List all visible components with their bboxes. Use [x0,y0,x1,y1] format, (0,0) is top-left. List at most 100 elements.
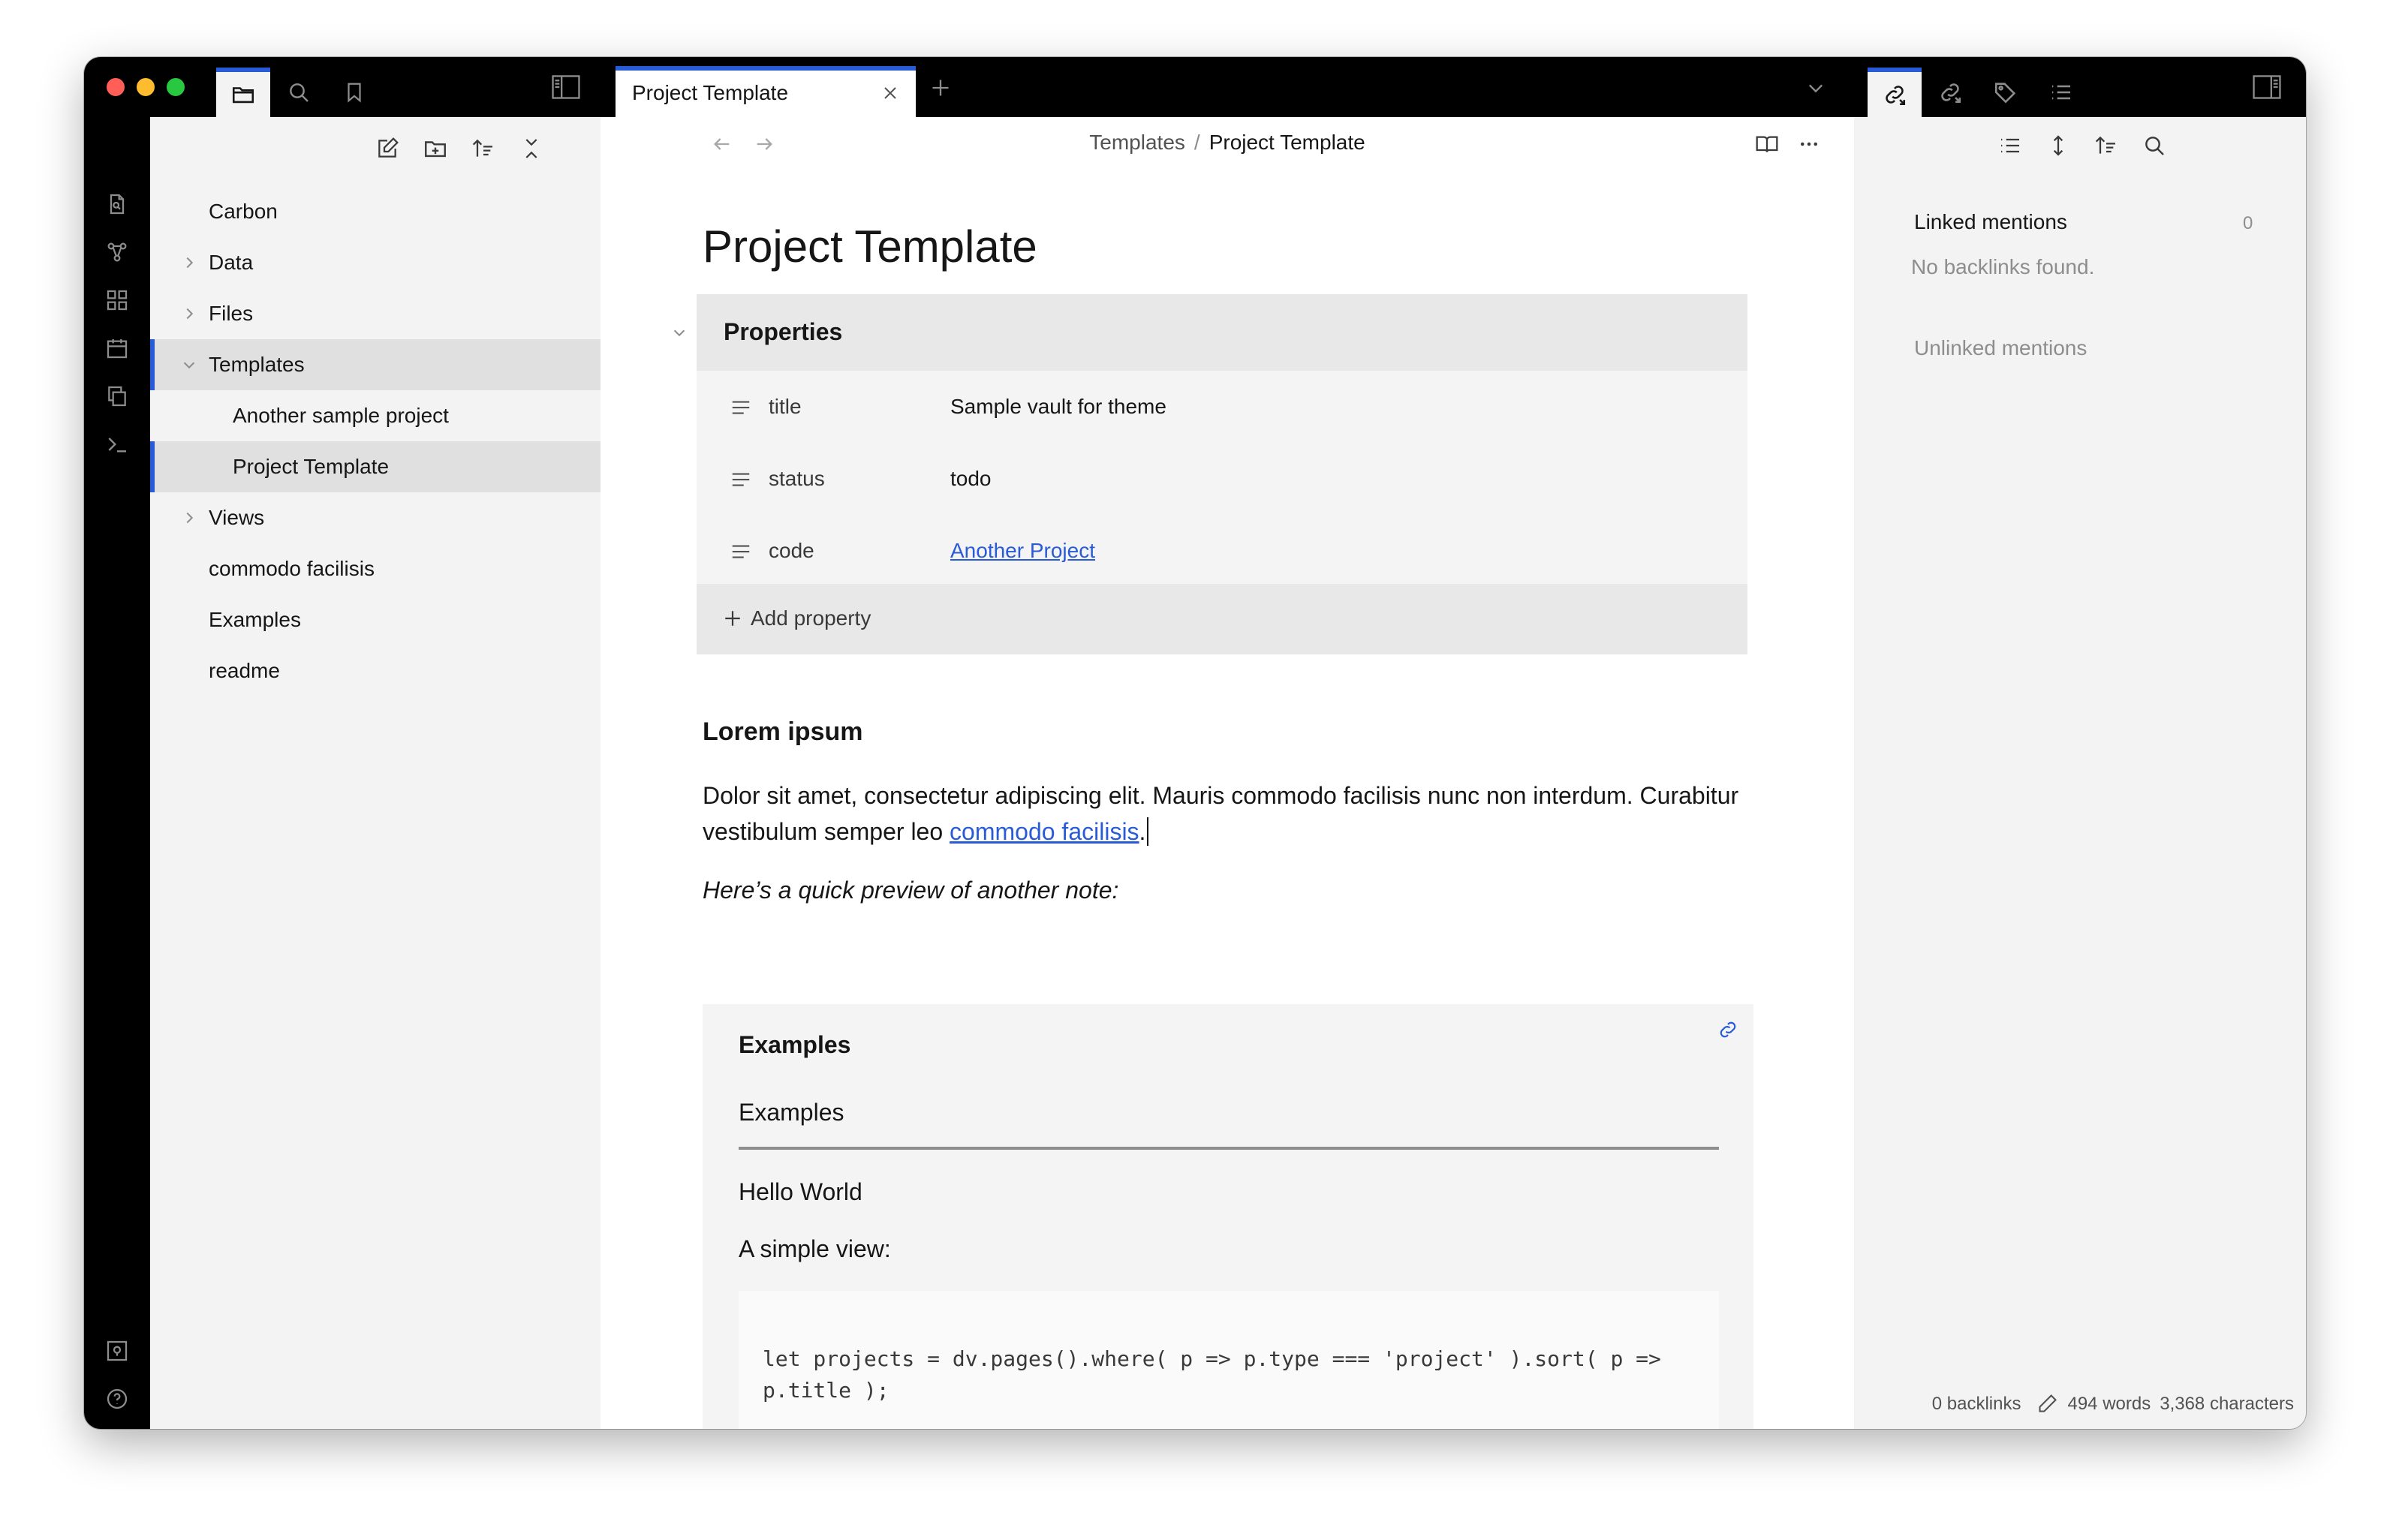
tab-project-template[interactable]: Project Template [616,66,916,117]
show-list-button[interactable] [1992,128,2028,164]
minimize-window-button[interactable] [137,78,155,96]
tree-file-project-template[interactable]: Project Template [150,441,601,492]
open-vault-button[interactable] [99,1333,135,1369]
backlinks-tab[interactable] [1868,68,1922,117]
tree-item-label: commodo facilisis [209,557,375,580]
sort-button[interactable] [2088,128,2124,164]
sidebar-right-icon [2253,75,2281,99]
folder-icon [230,82,256,107]
tags-tab[interactable] [1979,68,2033,117]
vault-icon [105,1339,129,1363]
tree-file-another-sample-project[interactable]: Another sample project [150,390,601,441]
tree-file-readme[interactable]: readme [150,645,601,696]
no-backlinks-message: No backlinks found. [1911,255,2095,278]
property-row: status todo [697,443,1747,515]
toggle-right-sidebar-button[interactable] [2249,71,2285,104]
text-lines-icon[interactable] [728,467,754,492]
more-options-button[interactable] [1791,126,1827,162]
unlinked-mentions-header[interactable]: Unlinked mentions [1914,336,2087,360]
property-key[interactable]: status [769,467,825,491]
link-icon[interactable] [1714,1016,1741,1043]
new-tab-button[interactable] [925,72,956,104]
status-backlinks[interactable]: 0 backlinks [1932,1394,2021,1414]
linked-mentions-count: 0 [2243,213,2253,233]
body-paragraph[interactable]: Dolor sit amet, consectetur adipiscing e… [703,778,1768,850]
new-folder-icon [423,136,448,161]
help-button[interactable] [99,1381,135,1417]
maximize-window-button[interactable] [167,78,185,96]
open-canvas-button[interactable] [99,282,135,318]
book-open-icon [1755,132,1779,156]
tree-folder-files[interactable]: Files [150,288,601,339]
expand-button[interactable] [2040,128,2076,164]
embed-heading: Examples [739,1099,844,1126]
tree-item-label: Views [209,506,265,529]
text-lines-icon[interactable] [728,395,754,420]
text-cursor [1147,817,1149,846]
tab-list-button[interactable] [1800,72,1832,104]
search-tab[interactable] [272,68,326,117]
add-property-button[interactable]: Add property [697,584,1747,654]
calendar-icon [105,336,129,360]
status-words: 494 words [2067,1394,2151,1414]
insert-template-button[interactable] [99,378,135,414]
tags-icon [1993,80,2018,105]
outgoing-links-icon [1937,80,1963,105]
pencil-icon[interactable] [2037,1393,2058,1414]
property-key[interactable]: code [769,539,814,563]
collapse-all-button[interactable] [512,129,551,168]
property-value-link[interactable]: Another Project [950,539,1095,563]
section-heading: Lorem ipsum [703,717,863,746]
note-title[interactable]: Project Template [703,221,1037,272]
tree-file-examples[interactable]: Examples [150,594,601,645]
embed-paragraph: Hello World [739,1178,862,1205]
backlinks-panel: Linked mentions 0 No backlinks found. Un… [1854,117,2306,1429]
graph-icon [105,240,129,264]
close-icon[interactable] [877,80,904,107]
files-tab[interactable] [216,68,270,117]
tree-folder-templates[interactable]: Templates [150,339,601,390]
breadcrumb-current[interactable]: Project Template [1209,131,1365,154]
property-value[interactable]: todo [950,467,992,491]
linked-mentions-header[interactable]: Linked mentions [1914,210,2067,234]
property-key[interactable]: title [769,395,802,419]
sort-button[interactable] [464,129,503,168]
close-window-button[interactable] [107,78,125,96]
open-command-palette-button[interactable] [99,426,135,462]
properties-header[interactable]: Properties [673,294,1747,371]
breadcrumb-parent[interactable]: Templates [1089,131,1185,154]
list-icon [1998,134,2022,158]
new-note-button[interactable] [368,129,407,168]
new-folder-button[interactable] [416,129,455,168]
tree-file-commodo-facilisis[interactable]: commodo facilisis [150,543,601,594]
text-lines-icon[interactable] [728,539,754,564]
vault-root-label: Carbon [209,200,278,223]
outline-tab[interactable] [2034,68,2088,117]
open-daily-note-button[interactable] [99,330,135,366]
internal-link[interactable]: commodo facilisis [950,818,1139,845]
embed-title: Examples [739,1031,851,1058]
toggle-left-sidebar-button[interactable] [548,71,584,104]
sort-icon [471,137,495,161]
property-row: code Another Project [697,515,1747,587]
reading-view-button[interactable] [1749,126,1785,162]
grid-icon [105,288,129,312]
open-graph-view-button[interactable] [99,234,135,270]
plus-icon [930,77,951,98]
search-button[interactable] [2136,128,2172,164]
open-quick-switcher-button[interactable] [99,186,135,222]
embed-paragraph: A simple view: [739,1235,891,1262]
tree-item-label: Project Template [233,455,390,478]
vault-root[interactable]: Carbon [150,186,601,237]
expand-icon [2046,134,2070,158]
search-icon [287,80,311,104]
add-property-label: Add property [751,606,871,630]
outgoing-links-tab[interactable] [1923,68,1977,117]
paragraph-text: Dolor sit amet, consectetur adipiscing e… [703,782,1739,845]
chevron-down-icon[interactable] [667,320,692,345]
bookmarks-tab[interactable] [327,68,381,117]
tree-folder-data[interactable]: Data [150,237,601,288]
tree-folder-views[interactable]: Views [150,492,601,543]
tree-item-label: Another sample project [233,404,449,427]
property-value[interactable]: Sample vault for theme [950,395,1166,419]
